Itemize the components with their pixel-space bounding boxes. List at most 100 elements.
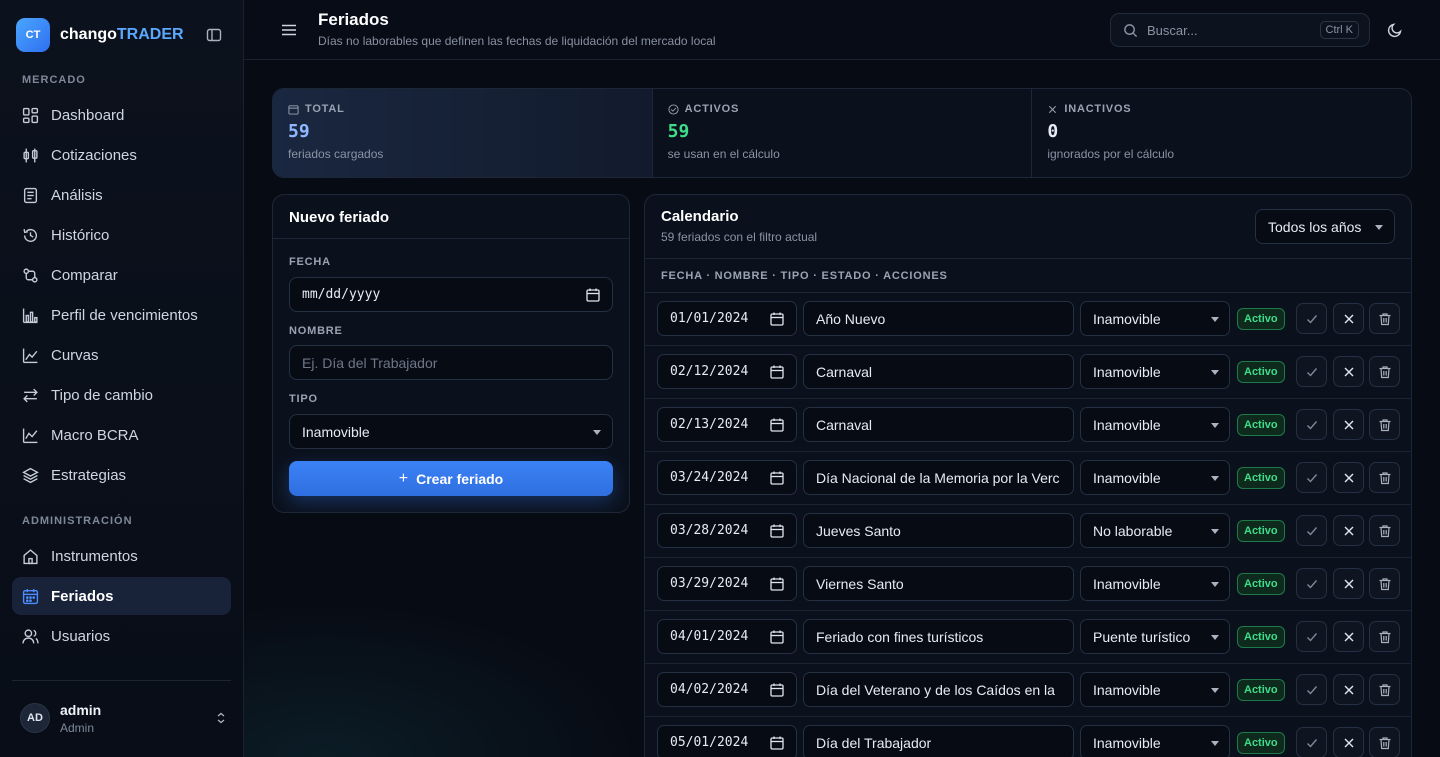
sidebar-item-dashboard[interactable]: Dashboard: [12, 96, 231, 134]
row-date-field[interactable]: 01/01/2024: [657, 301, 797, 336]
caret-down-icon: [1211, 688, 1219, 693]
row-name-field[interactable]: Día Nacional de la Memoria por la Verc: [803, 460, 1074, 495]
confirm-button[interactable]: [1296, 409, 1327, 440]
sidebar-item-feriados[interactable]: Feriados: [12, 577, 231, 615]
row-type: Inamovible: [1093, 575, 1161, 592]
moon-icon[interactable]: [1387, 22, 1403, 38]
delete-button[interactable]: [1369, 303, 1400, 334]
row-date-field[interactable]: 02/13/2024: [657, 407, 797, 442]
row-date-field[interactable]: 03/28/2024: [657, 513, 797, 548]
type-value: Inamovible: [302, 423, 370, 440]
calendar-icon[interactable]: [770, 312, 784, 326]
row-date-field[interactable]: 04/02/2024: [657, 672, 797, 707]
row-type-select[interactable]: Inamovible: [1080, 566, 1230, 601]
row-date-field[interactable]: 02/12/2024: [657, 354, 797, 389]
deactivate-button[interactable]: [1333, 727, 1364, 757]
sidebar-item-tipo-cambio[interactable]: Tipo de cambio: [12, 376, 231, 414]
row-date-field[interactable]: 05/01/2024: [657, 725, 797, 757]
row-name-field[interactable]: Jueves Santo: [803, 513, 1074, 548]
stat-desc: feriados cargados: [288, 147, 384, 161]
confirm-button[interactable]: [1296, 568, 1327, 599]
sidebar-item-instrumentos[interactable]: Instrumentos: [12, 537, 231, 575]
row-name-field[interactable]: Año Nuevo: [803, 301, 1074, 336]
row-date-field[interactable]: 04/01/2024: [657, 619, 797, 654]
deactivate-button[interactable]: [1333, 674, 1364, 705]
deactivate-button[interactable]: [1333, 356, 1364, 387]
delete-button[interactable]: [1369, 727, 1400, 757]
sidebar-item-cotizaciones[interactable]: Cotizaciones: [12, 136, 231, 174]
sidebar-item-comparar[interactable]: Comparar: [12, 256, 231, 294]
row-type-select[interactable]: Inamovible: [1080, 301, 1230, 336]
row-name-field[interactable]: Viernes Santo: [803, 566, 1074, 601]
row-name-field[interactable]: Día del Veterano y de los Caídos en la: [803, 672, 1074, 707]
confirm-button[interactable]: [1296, 674, 1327, 705]
row-type-select[interactable]: Inamovible: [1080, 460, 1230, 495]
confirm-button[interactable]: [1296, 303, 1327, 334]
row-type-select[interactable]: Puente turístico: [1080, 619, 1230, 654]
user-menu[interactable]: AD admin Admin: [20, 700, 230, 736]
building-icon: [23, 548, 38, 564]
delete-button[interactable]: [1369, 568, 1400, 599]
delete-button[interactable]: [1369, 356, 1400, 387]
confirm-button[interactable]: [1296, 515, 1327, 546]
deactivate-button[interactable]: [1333, 409, 1364, 440]
calendar-icon[interactable]: [770, 577, 784, 591]
row-type-select[interactable]: Inamovible: [1080, 672, 1230, 707]
calendar-icon[interactable]: [770, 736, 784, 750]
calendar-icon[interactable]: [770, 683, 784, 697]
table-row: 02/12/2024 Carnaval Inamovible Activo: [645, 346, 1411, 399]
deactivate-button[interactable]: [1333, 568, 1364, 599]
row-type-select[interactable]: Inamovible: [1080, 354, 1230, 389]
row-name-field[interactable]: Carnaval: [803, 354, 1074, 389]
deactivate-button[interactable]: [1333, 303, 1364, 334]
row-date-field[interactable]: 03/29/2024: [657, 566, 797, 601]
status-badge: Activo: [1237, 361, 1285, 383]
delete-button[interactable]: [1369, 462, 1400, 493]
calendar-icon[interactable]: [770, 471, 784, 485]
sidebar-item-curvas[interactable]: Curvas: [12, 336, 231, 374]
sidebar-item-perfil-vencimientos[interactable]: Perfil de vencimientos: [12, 296, 231, 334]
search-input[interactable]: Buscar... Ctrl K: [1110, 13, 1370, 47]
exchange-icon: [23, 388, 38, 402]
status-badge: Activo: [1237, 732, 1285, 754]
row-date-field[interactable]: 03/24/2024: [657, 460, 797, 495]
row-name-field[interactable]: Feriado con fines turísticos: [803, 619, 1074, 654]
create-holiday-button[interactable]: + Crear feriado: [289, 461, 613, 496]
calendar-icon[interactable]: [770, 524, 784, 538]
delete-button[interactable]: [1369, 621, 1400, 652]
row-date: 01/01/2024: [670, 311, 749, 326]
brand[interactable]: CT changoTRADER: [16, 18, 228, 52]
calendar-icon[interactable]: [770, 418, 784, 432]
delete-button[interactable]: [1369, 409, 1400, 440]
name-field[interactable]: Ej. Día del Trabajador: [289, 345, 613, 380]
deactivate-button[interactable]: [1333, 621, 1364, 652]
sidebar-item-analisis[interactable]: Análisis: [12, 176, 231, 214]
row-type-select[interactable]: No laborable: [1080, 513, 1230, 548]
table-row: 03/24/2024 Día Nacional de la Memoria po…: [645, 452, 1411, 505]
row-type-select[interactable]: Inamovible: [1080, 407, 1230, 442]
sidebar-item-macro-bcra[interactable]: Macro BCRA: [12, 416, 231, 454]
date-field[interactable]: mm/dd/yyyy: [289, 277, 613, 312]
menu-icon[interactable]: [280, 21, 298, 39]
trash-icon: [1379, 312, 1390, 325]
deactivate-button[interactable]: [1333, 462, 1364, 493]
delete-button[interactable]: [1369, 674, 1400, 705]
calendar-icon[interactable]: [770, 630, 784, 644]
confirm-button[interactable]: [1296, 621, 1327, 652]
sidebar-item-estrategias[interactable]: Estrategias: [12, 456, 231, 494]
year-filter-select[interactable]: Todos los años: [1255, 209, 1395, 244]
sidebar-toggle-icon[interactable]: [206, 27, 222, 43]
row-type-select[interactable]: Inamovible: [1080, 725, 1230, 757]
sidebar-item-usuarios[interactable]: Usuarios: [12, 617, 231, 655]
type-select[interactable]: Inamovible: [289, 414, 613, 449]
calendar-icon[interactable]: [770, 365, 784, 379]
delete-button[interactable]: [1369, 515, 1400, 546]
deactivate-button[interactable]: [1333, 515, 1364, 546]
row-name-field[interactable]: Carnaval: [803, 407, 1074, 442]
confirm-button[interactable]: [1296, 727, 1327, 757]
row-name-field[interactable]: Día del Trabajador: [803, 725, 1074, 757]
calendar-icon[interactable]: [586, 288, 600, 302]
confirm-button[interactable]: [1296, 356, 1327, 387]
sidebar-item-historico[interactable]: Histórico: [12, 216, 231, 254]
confirm-button[interactable]: [1296, 462, 1327, 493]
